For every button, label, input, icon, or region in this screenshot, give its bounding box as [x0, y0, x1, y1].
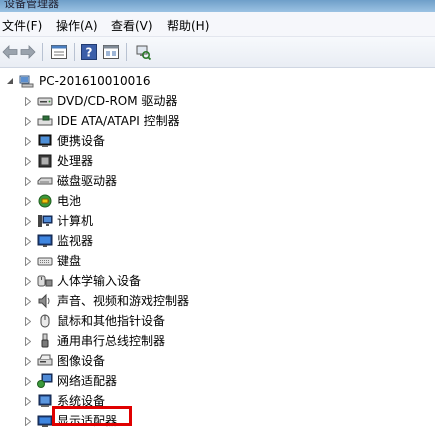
forward-arrow-icon[interactable] — [20, 43, 36, 61]
expand-arrow-icon[interactable] — [22, 195, 34, 207]
battery-icon — [37, 193, 53, 209]
tree-node-label: 监视器 — [57, 234, 94, 248]
scan-hardware-icon[interactable] — [134, 43, 152, 61]
expand-arrow-icon[interactable] — [22, 355, 34, 367]
expand-arrow-icon[interactable] — [22, 395, 34, 407]
tree-node[interactable]: 计算机 — [22, 211, 93, 231]
tree-node[interactable]: 监视器 — [22, 231, 93, 251]
expand-arrow-icon[interactable] — [22, 335, 34, 347]
menu-file[interactable]: 文件(F) — [2, 17, 42, 34]
back-arrow-icon[interactable] — [2, 43, 18, 61]
monitor-icon — [37, 233, 53, 249]
processor-icon — [37, 153, 53, 169]
toolbar-separator — [42, 43, 43, 61]
tree-node-label: 图像设备 — [57, 354, 106, 368]
expand-arrow-icon[interactable] — [22, 135, 34, 147]
expand-arrow-icon[interactable] — [22, 175, 34, 187]
tree-node-label: 人体学输入设备 — [57, 274, 142, 288]
menu-bar: 文件(F) 操作(A) 查看(V) 帮助(H) — [0, 12, 435, 37]
imaging-device-icon — [37, 353, 53, 369]
system-device-icon — [37, 393, 53, 409]
device-tree: PC-201610010016 DVD/CD-ROM 驱动器 IDE ATA/A… — [0, 68, 435, 433]
tree-node[interactable]: 通用串行总线控制器 — [22, 331, 165, 351]
tree-node[interactable]: 便携设备 — [22, 131, 105, 151]
menu-action[interactable]: 操作(A) — [56, 17, 98, 34]
expand-arrow-icon[interactable] — [22, 375, 34, 387]
computer-icon — [37, 213, 53, 229]
tree-node[interactable]: 声音、视频和游戏控制器 — [22, 291, 189, 311]
usb-icon — [37, 333, 53, 349]
tree-node-label: 网络适配器 — [57, 374, 118, 388]
tree-node[interactable]: 键盘 — [22, 251, 81, 271]
menu-help[interactable]: 帮助(H) — [167, 17, 209, 34]
window-title: 设备管理器 — [4, 0, 59, 10]
toolbar: ? — [0, 37, 435, 68]
computer-root-icon — [19, 73, 35, 89]
tree-node-label: 磁盘驱动器 — [57, 174, 118, 188]
display-adapter-icon — [37, 413, 53, 429]
expand-arrow-icon[interactable] — [22, 315, 34, 327]
properties-grid-icon[interactable] — [50, 43, 68, 61]
tree-node-label: IDE ATA/ATAPI 控制器 — [57, 114, 180, 128]
tree-node-label: DVD/CD-ROM 驱动器 — [57, 94, 178, 108]
ide-controller-icon — [37, 113, 53, 129]
menu-view[interactable]: 查看(V) — [111, 17, 153, 34]
svg-text:?: ? — [86, 46, 93, 60]
tree-node-label: 声音、视频和游戏控制器 — [57, 294, 190, 308]
expand-arrow-icon[interactable] — [22, 235, 34, 247]
expand-arrow-icon[interactable] — [22, 155, 34, 167]
expand-arrow-icon[interactable] — [22, 415, 34, 427]
view-pane-icon[interactable] — [102, 43, 120, 61]
root-label: PC-201610010016 — [39, 74, 151, 88]
tree-node-label: 处理器 — [57, 154, 94, 168]
tree-node-label: 键盘 — [57, 254, 82, 268]
tree-node-label: 计算机 — [57, 214, 94, 228]
tree-node-label: 通用串行总线控制器 — [57, 334, 166, 348]
highlight-box — [52, 406, 132, 426]
sound-icon — [37, 293, 53, 309]
expand-arrow-icon[interactable] — [22, 295, 34, 307]
tree-node[interactable]: 电池 — [22, 191, 81, 211]
disk-drive-icon — [37, 173, 53, 189]
tree-node[interactable]: 网络适配器 — [22, 371, 117, 391]
expand-arrow-icon[interactable] — [22, 95, 34, 107]
window-titlebar: 设备管理器 — [0, 0, 435, 12]
tree-node[interactable]: 人体学输入设备 — [22, 271, 141, 291]
tree-node[interactable]: IDE ATA/ATAPI 控制器 — [22, 111, 180, 131]
tree-node[interactable]: DVD/CD-ROM 驱动器 — [22, 91, 177, 111]
toolbar-separator — [74, 43, 75, 61]
tree-node[interactable]: 图像设备 — [22, 351, 105, 371]
expand-arrow-icon[interactable] — [22, 215, 34, 227]
expand-arrow-icon[interactable] — [22, 275, 34, 287]
collapse-arrow-icon[interactable] — [4, 75, 16, 87]
tree-node[interactable]: 处理器 — [22, 151, 93, 171]
tree-node[interactable]: 鼠标和其他指针设备 — [22, 311, 165, 331]
expand-arrow-icon[interactable] — [22, 115, 34, 127]
tree-node-label: 鼠标和其他指针设备 — [57, 314, 166, 328]
toolbar-separator — [126, 43, 127, 61]
tree-node[interactable]: 磁盘驱动器 — [22, 171, 117, 191]
tree-root[interactable]: PC-201610010016 — [4, 71, 151, 91]
dvd-drive-icon — [37, 93, 53, 109]
hid-icon — [37, 273, 53, 289]
keyboard-icon — [37, 253, 53, 269]
mouse-icon — [37, 313, 53, 329]
help-icon[interactable]: ? — [80, 43, 98, 61]
tree-node-label: 便携设备 — [57, 134, 106, 148]
tree-node-label: 电池 — [57, 194, 82, 208]
portable-device-icon — [37, 133, 53, 149]
network-adapter-icon — [37, 373, 53, 389]
expand-arrow-icon[interactable] — [22, 255, 34, 267]
